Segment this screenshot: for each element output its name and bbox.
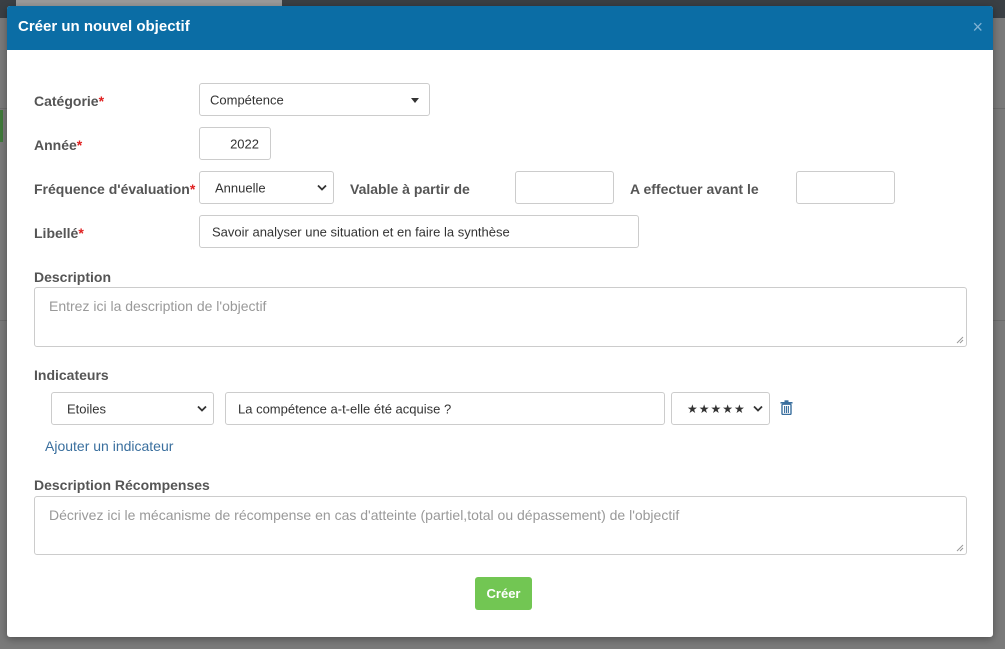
valid-from-label: Valable à partir de [350,181,470,197]
rewards-textarea[interactable]: Décrivez ici le mécanisme de récompense … [34,496,967,555]
create-button[interactable]: Créer [475,577,532,610]
year-label: Année* [34,137,83,153]
description-textarea[interactable]: Entrez ici la description de l'objectif [34,287,967,347]
indicator-question-input[interactable]: La compétence a-t-elle été acquise ? [225,392,665,425]
frequency-value: Annuelle [215,180,266,195]
trash-icon[interactable] [780,400,793,415]
title-value: Savoir analyser une situation et en fair… [212,224,510,239]
frequency-label: Fréquence d'évaluation* [34,181,196,197]
create-objective-modal: Créer un nouvel objectif × Catégorie* Co… [7,6,993,637]
indicator-question-value: La compétence a-t-elle été acquise ? [238,401,452,416]
category-value: Compétence [210,92,284,107]
description-label: Description [34,269,112,285]
title-label: Libellé* [34,225,84,241]
rewards-label: Description Récompenses [34,477,210,493]
chevron-down-icon [753,405,763,412]
rewards-placeholder: Décrivez ici le mécanisme de récompense … [49,507,680,523]
year-value: 2022 [230,136,259,151]
modal-title: Créer un nouvel objectif [18,18,190,35]
background-accent [0,110,3,142]
indicator-type-select[interactable]: Etoiles [51,392,214,425]
add-indicator-link[interactable]: Ajouter un indicateur [45,438,173,454]
caret-down-icon [411,97,419,103]
title-input[interactable]: Savoir analyser une situation et en fair… [199,215,639,248]
category-select[interactable]: Compétence [199,83,430,116]
due-before-label: A effectuer avant le [630,181,759,197]
chevron-down-icon [197,405,207,412]
indicator-type-value: Etoiles [67,401,107,416]
chevron-down-icon [317,184,327,191]
description-placeholder: Entrez ici la description de l'objectif [49,298,267,314]
indicator-scale-select[interactable]: ★★★★★ [671,392,770,425]
modal-header: Créer un nouvel objectif × [7,6,993,50]
due-before-date-input[interactable] [796,171,895,204]
valid-from-date-input[interactable] [515,171,614,204]
resize-handle-icon[interactable] [956,544,964,552]
category-label: Catégorie* [34,93,105,109]
year-input[interactable]: 2022 [199,127,271,160]
resize-handle-icon[interactable] [956,336,964,344]
close-icon[interactable]: × [972,18,983,36]
indicators-label: Indicateurs [34,367,109,383]
frequency-select[interactable]: Annuelle [199,171,334,204]
indicator-scale-value: ★★★★★ [687,401,746,416]
